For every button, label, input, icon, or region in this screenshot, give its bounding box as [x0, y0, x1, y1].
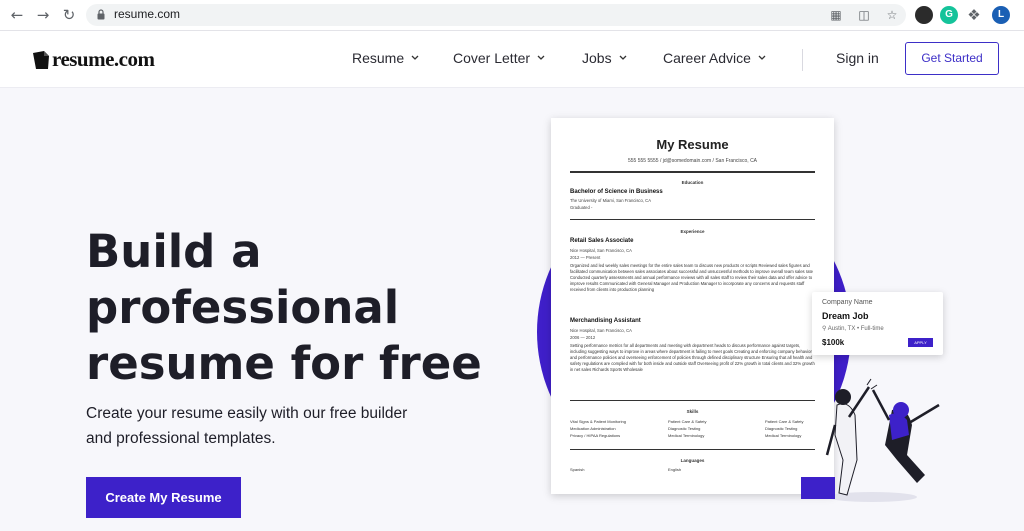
browser-toolbar: ← → ↻ resume.com ▦ ◫ ☆ G ❖ L — [0, 0, 1024, 31]
create-my-resume-button[interactable]: Create My Resume — [86, 477, 241, 518]
qr-code-icon[interactable]: ▦ — [828, 7, 844, 23]
job-card-title: Dream Job — [822, 311, 869, 321]
resume-skill: Diagnostic Testing — [765, 426, 798, 431]
resume-language: English — [668, 467, 682, 472]
hero-subtitle: Create your resume easily with our free … — [86, 401, 466, 451]
hero-title-line: professional — [86, 281, 400, 334]
resume-contact: 555 555 5555 / jd@somedomain.com / San F… — [627, 158, 758, 164]
nav-resume[interactable]: Resume — [352, 50, 419, 66]
resume-title: My Resume — [656, 137, 729, 152]
hero-title-line: Build a — [86, 225, 262, 278]
resume-language: Spanish — [570, 467, 585, 472]
resume-job-title: Merchandising Assistant — [570, 318, 641, 324]
lock-icon — [97, 9, 105, 20]
bookmark-star-icon[interactable]: ☆ — [884, 7, 900, 23]
address-bar[interactable]: resume.com ▦ ◫ ☆ — [86, 4, 906, 26]
url-text: resume.com — [114, 7, 181, 21]
nav-jobs[interactable]: Jobs — [582, 50, 627, 66]
sign-in-link[interactable]: Sign in — [836, 50, 879, 66]
header-divider — [802, 49, 803, 71]
resume-job-employer: Nice Hospital, San Francisco, CA — [570, 248, 632, 253]
nav-jobs-label: Jobs — [582, 50, 612, 66]
location-pin-icon: ⚲ — [822, 326, 827, 332]
forward-arrow-icon[interactable]: → — [34, 6, 52, 24]
resume-skill: Medical Terminology — [668, 433, 705, 438]
grammarly-icon[interactable]: G — [940, 6, 958, 24]
job-card-salary: $100k — [822, 338, 845, 347]
job-card-company: Company Name — [822, 299, 873, 306]
resume-skill: Medication Administration — [570, 426, 616, 431]
resume-divider — [570, 400, 815, 401]
resume-job-bullets: Organized and led weekly sales meetings … — [570, 263, 813, 293]
resume-skill: Medical Terminology — [765, 433, 802, 438]
resume-skill: Diagnostic Testing — [668, 426, 701, 431]
resume-skill: Patient Care & Safety — [668, 419, 707, 424]
resume-divider — [570, 449, 815, 450]
hero-title: Build a professional resume for free — [86, 224, 486, 392]
logo-text: resume.com — [52, 47, 155, 71]
resume-job-employer: Nice Hospital, San Francisco, CA — [570, 328, 632, 333]
resume-job-dates: 2006 — 2012 — [570, 335, 596, 340]
chevron-down-icon — [619, 55, 627, 60]
resume-skill: Vital Signs & Patient Monitoring — [570, 419, 626, 424]
nav-cover-letter-label: Cover Letter — [453, 50, 531, 66]
job-card-location: ⚲ Austin, TX • Full-time — [822, 325, 884, 332]
profile-avatar[interactable]: L — [992, 6, 1010, 24]
resume-divider — [570, 219, 815, 220]
job-card-apply-button: APPLY — [908, 338, 933, 347]
resume-section-skills: Skills — [686, 409, 699, 414]
resume-section-languages: Languages — [680, 458, 705, 463]
resume-job-title: Retail Sales Associate — [570, 238, 634, 244]
hero-title-line: resume for free — [86, 337, 482, 390]
resume-divider — [570, 171, 815, 173]
chevron-down-icon — [411, 55, 419, 60]
get-started-button[interactable]: Get Started — [905, 42, 999, 75]
hero-subtitle-line: and professional templates. — [86, 430, 276, 447]
site-logo[interactable]: resume.com — [32, 47, 155, 72]
extensions-puzzle-icon[interactable]: ❖ — [965, 6, 983, 24]
logo-mark-icon — [33, 50, 49, 69]
nav-career-advice[interactable]: Career Advice — [663, 50, 766, 66]
resume-degree: Bachelor of Science in Business — [570, 189, 663, 195]
people-illustration — [801, 378, 940, 502]
resume-section-experience: Experience — [680, 229, 705, 234]
resume-skill: Privacy / HIPAA Regulations — [570, 433, 621, 438]
resume-section-education: Education — [681, 180, 704, 185]
resume-graduated: Graduated - — [570, 205, 593, 210]
extension-icon[interactable] — [915, 6, 933, 24]
job-card-location-text: Austin, TX • Full-time — [827, 326, 884, 332]
nav-career-advice-label: Career Advice — [663, 50, 751, 66]
resume-job-dates: 2012 — Present — [570, 255, 601, 260]
resume-job-bullets: Setting performance metrics for all depa… — [570, 343, 815, 373]
resume-school: The University of Miami, San Francisco, … — [570, 198, 651, 203]
chevron-down-icon — [537, 55, 545, 60]
hero-subtitle-line: Create your resume easily with our free … — [86, 405, 408, 422]
job-card: Company Name Dream Job ⚲ Austin, TX • Fu… — [812, 292, 943, 355]
chevron-down-icon — [758, 55, 766, 60]
nav-cover-letter[interactable]: Cover Letter — [453, 50, 545, 66]
nav-resume-label: Resume — [352, 50, 405, 66]
site-header: resume.com Resume Cover Letter Jobs Care… — [0, 31, 1024, 88]
back-arrow-icon[interactable]: ← — [8, 6, 26, 24]
reload-icon[interactable]: ↻ — [60, 6, 78, 24]
resume-preview: My Resume 555 555 5555 / jd@somedomain.c… — [551, 118, 834, 494]
translate-icon[interactable]: ◫ — [856, 7, 872, 23]
